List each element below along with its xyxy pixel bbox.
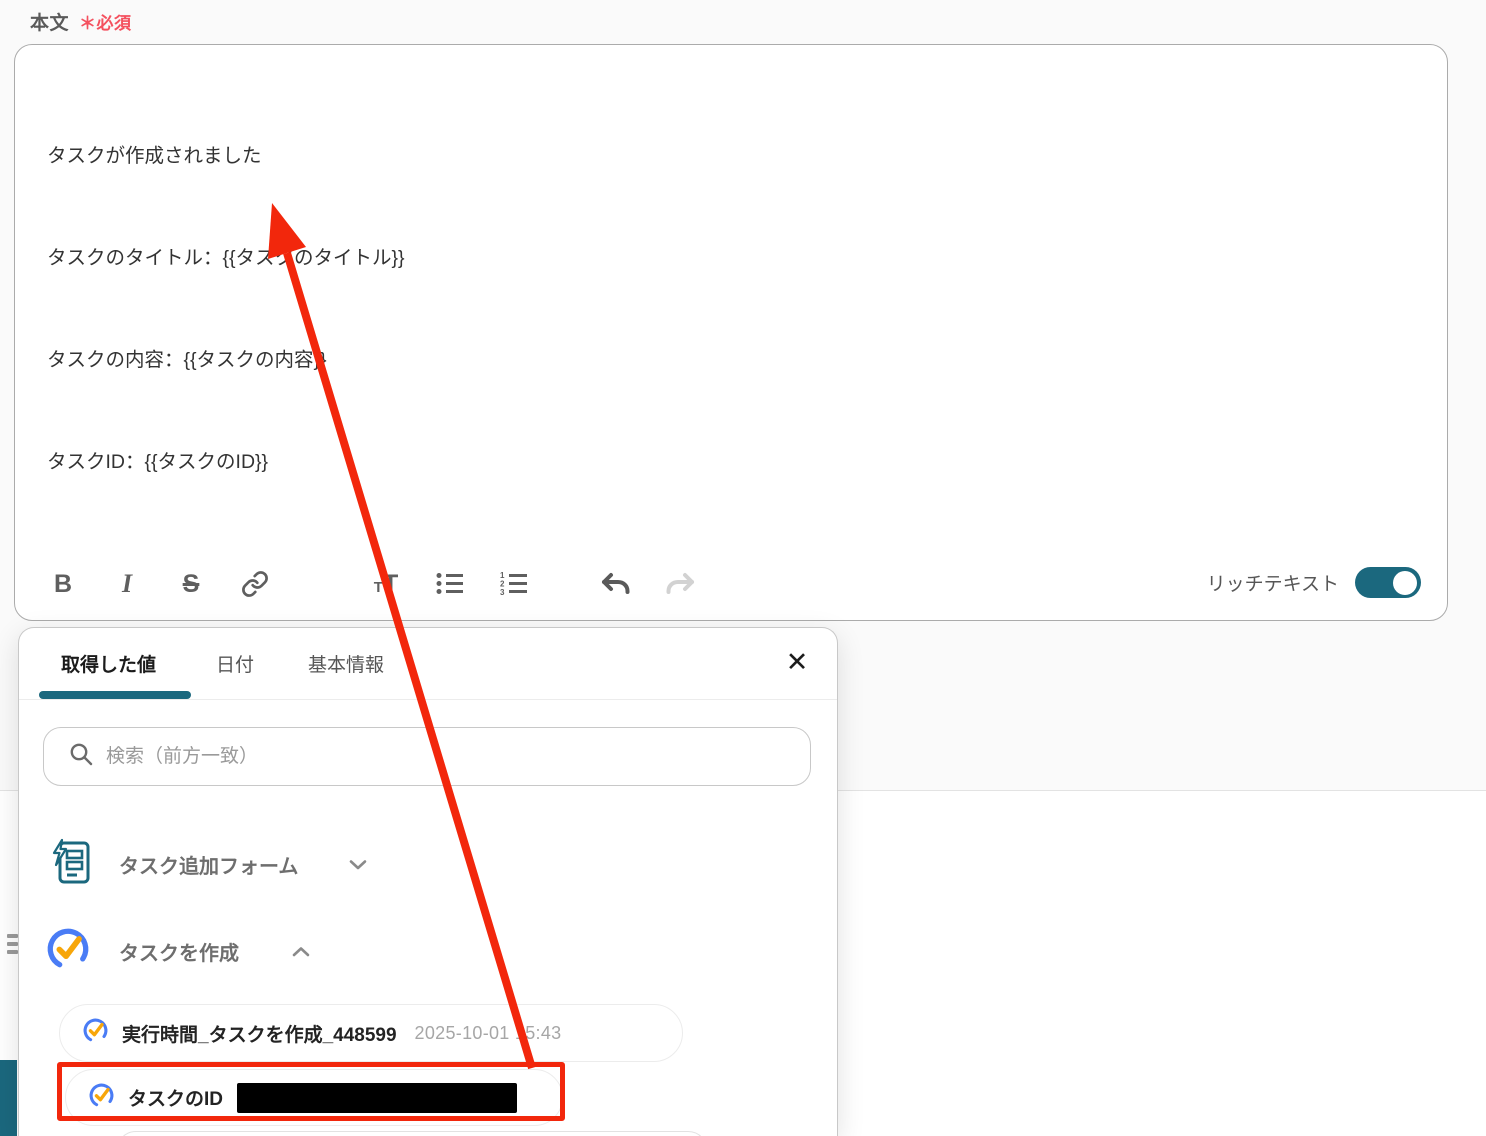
undo-icon — [600, 571, 632, 597]
active-tab-indicator — [39, 691, 191, 699]
variable-label: タスクのID — [128, 1089, 224, 1110]
redo-icon — [664, 571, 696, 597]
editor-line: タスクID：{{タスクのID}} — [47, 451, 269, 473]
field-label: 本文 ＊必須 — [30, 8, 132, 35]
numbered-list-icon: 123 — [499, 571, 529, 597]
variable-item-task-id[interactable]: タスクのID — [65, 1069, 563, 1126]
group-label: タスク追加フォーム — [119, 856, 299, 878]
close-button[interactable]: ✕ — [779, 644, 815, 680]
bold-button[interactable]: B — [43, 564, 83, 604]
search-box — [43, 727, 811, 786]
group-task-add-form[interactable]: タスク追加フォーム — [49, 838, 368, 891]
bullet-list-button[interactable] — [430, 564, 470, 604]
tabs-divider — [19, 699, 837, 700]
variable-item-execution-time[interactable]: 実行時間_タスクを作成_448599 2025-10-01 15:43 — [59, 1004, 683, 1062]
tab-retrieved-values[interactable]: 取得した値 — [61, 650, 156, 677]
editor-line: タスクの内容：{{タスクの内容}} — [47, 349, 327, 371]
variable-item-partial[interactable] — [116, 1131, 708, 1136]
page: 本文 ＊必須 タスクが作成されました タスクのタイトル：{{タスクのタイトル}} … — [0, 0, 1486, 1136]
field-label-text: 本文 — [30, 13, 70, 34]
italic-button[interactable]: I — [107, 564, 147, 604]
search-input[interactable] — [106, 745, 810, 768]
bullet-list-icon — [435, 571, 465, 597]
search-icon — [68, 741, 94, 772]
occluded-teal-element — [0, 1060, 17, 1136]
strikethrough-button[interactable]: S — [171, 564, 211, 604]
editor-line: タスクが作成されました — [47, 145, 262, 167]
redacted-value-bar — [237, 1082, 518, 1113]
group-label: タスクを作成 — [119, 943, 239, 965]
task-check-icon — [88, 1082, 115, 1114]
font-size-icon: TT — [373, 569, 399, 598]
svg-text:3: 3 — [500, 588, 505, 597]
body-editor-card: タスクが作成されました タスクのタイトル：{{タスクのタイトル}} タスクの内容… — [14, 44, 1448, 621]
chevron-up-icon — [291, 945, 311, 958]
form-icon — [49, 838, 93, 891]
variable-label: 実行時間_タスクを作成_448599 — [122, 1024, 397, 1046]
numbered-list-button[interactable]: 123 — [494, 564, 534, 604]
occluded-text-fragment — [7, 934, 18, 966]
tab-date[interactable]: 日付 — [216, 650, 254, 677]
rich-text-control: リッチテキスト — [1207, 567, 1421, 598]
task-check-icon — [82, 1017, 109, 1049]
required-badge: ＊必須 — [79, 14, 132, 33]
undo-button[interactable] — [596, 564, 636, 604]
font-size-button[interactable]: TT — [366, 564, 406, 604]
task-check-icon — [45, 926, 91, 977]
rich-text-label: リッチテキスト — [1206, 574, 1339, 595]
group-create-task[interactable]: タスクを作成 — [45, 926, 311, 977]
bold-icon: B — [53, 569, 73, 598]
italic-icon: I — [121, 569, 133, 598]
link-icon — [241, 570, 269, 598]
strikethrough-icon: S — [182, 569, 200, 598]
editor-line: タスクのタイトル：{{タスクのタイトル}} — [47, 247, 405, 269]
body-editor-textarea[interactable]: タスクが作成されました タスクのタイトル：{{タスクのタイトル}} タスクの内容… — [47, 71, 1417, 547]
rich-text-toggle[interactable] — [1355, 567, 1421, 598]
variable-timestamp: 2025-10-01 15:43 — [414, 1022, 562, 1043]
editor-toolbar: B I S TT 1 2 3 — [43, 560, 700, 608]
link-button[interactable] — [235, 564, 275, 604]
tab-basic-info[interactable]: 基本情報 — [308, 650, 384, 677]
close-icon: ✕ — [785, 646, 809, 677]
redo-button[interactable] — [660, 564, 700, 604]
variable-picker-popup: 取得した値 日付 基本情報 ✕ 検索（前方一致） タスク追加フォーム タスクを作… — [18, 627, 838, 1136]
chevron-down-icon — [348, 858, 368, 871]
toggle-knob — [1393, 570, 1417, 595]
